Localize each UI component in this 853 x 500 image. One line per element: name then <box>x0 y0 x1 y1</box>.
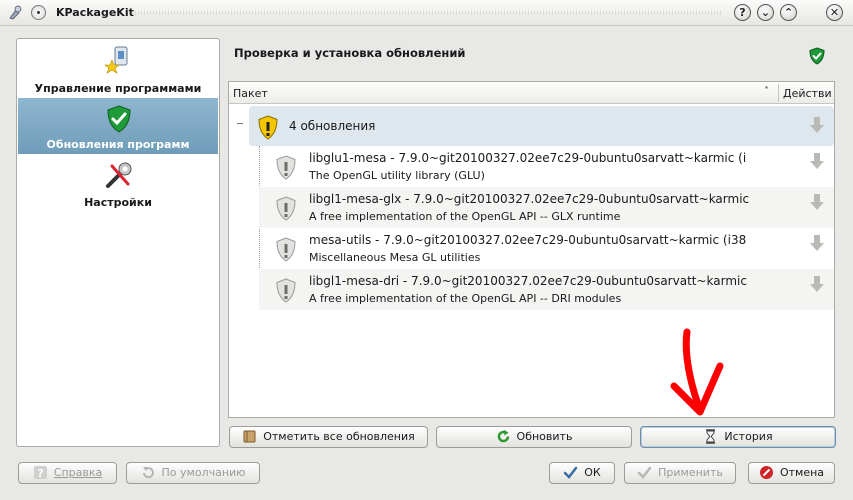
history-button[interactable]: История <box>640 426 836 448</box>
button-label: Отметить все обновления <box>263 430 415 443</box>
warning-shield-icon <box>276 196 296 221</box>
ok-button[interactable]: ОК <box>549 462 615 484</box>
help-titlebar-button[interactable]: ? <box>734 4 751 21</box>
checkmark-icon <box>564 466 578 479</box>
column-header-package[interactable]: Пакет <box>233 87 268 100</box>
window-title: KPackageKit <box>56 6 134 19</box>
update-group-row[interactable]: 4 обновления <box>249 106 834 146</box>
settings-tools-icon <box>106 162 132 188</box>
cancel-icon <box>759 465 773 479</box>
download-arrow-icon[interactable] <box>809 193 825 211</box>
sidebar-item-label: Настройки <box>84 196 152 209</box>
sidebar-item-label: Управление программами <box>34 82 202 95</box>
package-description: A free implementation of the OpenGL API … <box>309 292 622 305</box>
button-label: Применить <box>658 466 723 479</box>
sidebar-item-settings[interactable]: Настройки <box>18 154 218 210</box>
apply-button[interactable]: Применить <box>624 462 736 484</box>
package-row[interactable]: libgl1-mesa-glx - 7.9.0~git20100327.02ee… <box>259 187 834 228</box>
package-name: libglu1-mesa - 7.9.0~git20100327.02ee7c2… <box>309 151 747 165</box>
sort-ascending-icon[interactable]: ˄ <box>764 86 769 97</box>
window-menu-icon[interactable] <box>31 5 46 20</box>
download-arrow-icon[interactable] <box>809 116 825 134</box>
package-name: libgl1-mesa-dri - 7.9.0~git20100327.02ee… <box>309 274 747 288</box>
minimize-button[interactable]: ⌄ <box>757 4 774 21</box>
reset-defaults-icon <box>142 466 154 478</box>
package-box-icon <box>243 430 256 442</box>
kpackagekit-app-icon[interactable] <box>7 5 23 21</box>
button-label: Обновить <box>516 430 573 443</box>
package-description: Miscellaneous Mesa GL utilities <box>309 251 481 264</box>
hourglass-icon <box>706 428 716 444</box>
refresh-button[interactable]: Обновить <box>436 426 632 448</box>
column-divider[interactable] <box>778 84 779 102</box>
download-arrow-icon[interactable] <box>809 275 825 293</box>
red-arrow-annotation <box>670 328 724 416</box>
warning-shield-icon <box>276 237 296 262</box>
window-titlebar: KPackageKit ? ⌄ ⌃ ✕ <box>0 0 853 26</box>
close-button[interactable]: ✕ <box>826 4 843 21</box>
warning-shield-icon <box>276 155 296 180</box>
sidebar-item-software-management[interactable]: Управление программами <box>18 42 218 98</box>
help-button[interactable]: ? Справка <box>18 462 117 484</box>
button-label: ОК <box>584 466 601 479</box>
svg-text:?: ? <box>37 467 43 480</box>
cancel-button[interactable]: Отмена <box>748 462 835 484</box>
package-manager-icon <box>104 46 128 74</box>
mark-all-updates-button[interactable]: Отметить все обновления <box>229 426 428 448</box>
shield-check-icon <box>809 47 825 65</box>
package-row[interactable]: libglu1-mesa - 7.9.0~git20100327.02ee7c2… <box>259 146 834 187</box>
column-header-action[interactable]: Действи <box>783 87 832 100</box>
package-row[interactable]: libgl1-mesa-dri - 7.9.0~git20100327.02ee… <box>259 269 834 310</box>
warning-shield-icon <box>258 115 278 140</box>
defaults-button[interactable]: По умолчанию <box>126 462 260 484</box>
package-name: libgl1-mesa-glx - 7.9.0~git20100327.02ee… <box>309 192 750 206</box>
maximize-button[interactable]: ⌃ <box>780 4 797 21</box>
download-arrow-icon[interactable] <box>809 152 825 170</box>
help-icon: ? <box>33 465 47 480</box>
download-arrow-icon[interactable] <box>809 234 825 252</box>
warning-shield-icon <box>276 278 296 303</box>
collapse-icon[interactable] <box>237 123 243 124</box>
package-description: A free implementation of the OpenGL API … <box>309 210 621 223</box>
sidebar-item-label: Обновления программ <box>46 138 190 151</box>
package-description: The OpenGL utility library (GLU) <box>309 169 485 182</box>
button-label: Отмена <box>779 466 825 479</box>
titlebar-decoration <box>132 11 723 15</box>
button-label: История <box>724 430 773 443</box>
package-row[interactable]: mesa-utils - 7.9.0~git20100327.02ee7c29-… <box>259 228 834 269</box>
update-count-label: 4 обновления <box>289 119 376 133</box>
refresh-icon <box>497 429 509 442</box>
tree-header: Пакет ˄ Действи <box>229 82 834 104</box>
page-title: Проверка и установка обновлений <box>234 46 466 60</box>
package-name: mesa-utils - 7.9.0~git20100327.02ee7c29-… <box>309 233 747 247</box>
button-label: По умолчанию <box>161 466 246 479</box>
shield-check-icon <box>107 105 131 133</box>
sidebar: Управление программами Обновления програ… <box>16 38 220 447</box>
sidebar-item-updates[interactable]: Обновления программ <box>18 98 218 154</box>
button-label: Справка <box>53 466 103 479</box>
checkmark-icon <box>637 466 652 479</box>
updates-tree[interactable]: Пакет ˄ Действи 4 обновления libglu1-mes… <box>228 81 835 418</box>
